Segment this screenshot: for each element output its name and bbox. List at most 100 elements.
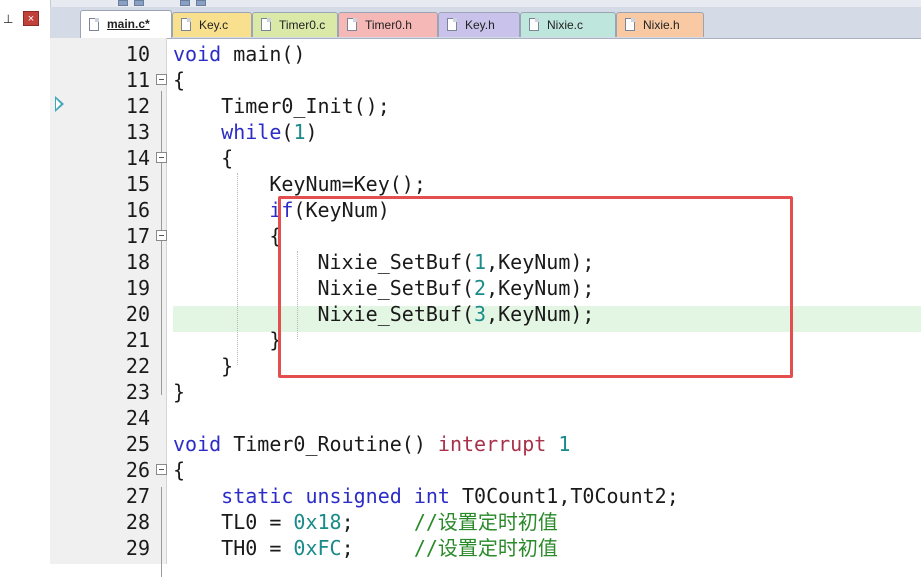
- code-line[interactable]: 10 void main(): [0, 41, 921, 67]
- line-number: 24: [125, 406, 150, 430]
- file-icon: [261, 18, 271, 31]
- code-token: 1: [293, 120, 306, 144]
- execution-arrow-icon: [55, 96, 64, 112]
- code-token: 0xFC: [293, 536, 342, 560]
- line-code[interactable]: Timer0_Init();: [173, 93, 390, 119]
- tab-timer0-h[interactable]: Timer0.h: [338, 12, 438, 37]
- code-line[interactable]: 24: [0, 405, 921, 431]
- tab-key-h[interactable]: Key.h: [438, 12, 520, 37]
- tab-nixie-c[interactable]: Nixie.c: [520, 12, 616, 37]
- code-line[interactable]: 27 static unsigned int T0Count1,T0Count2…: [0, 483, 921, 509]
- line-code[interactable]: {: [173, 145, 233, 171]
- file-icon: [529, 18, 539, 31]
- fold-collapse-icon[interactable]: [156, 74, 167, 85]
- file-icon: [181, 18, 191, 31]
- line-code[interactable]: {: [173, 457, 185, 483]
- pin-icon[interactable]: ⊥: [3, 12, 13, 26]
- file-icon: [625, 18, 635, 31]
- line-code[interactable]: {: [173, 223, 281, 249]
- line-code[interactable]: static unsigned int T0Count1,T0Count2;: [173, 483, 679, 509]
- code-line[interactable]: 15 KeyNum=Key();: [0, 171, 921, 197]
- code-line[interactable]: 23}: [0, 379, 921, 405]
- fold-collapse-icon[interactable]: [156, 230, 167, 241]
- code-token: ;: [341, 536, 414, 560]
- code-line[interactable]: 28 TL0 = 0x18; //设置定时初值: [0, 509, 921, 535]
- fold-collapse-icon[interactable]: [156, 152, 167, 163]
- line-number: 18: [125, 250, 150, 274]
- line-code[interactable]: TH0 = 0xFC; //设置定时初值: [173, 535, 558, 561]
- code-token: TH0 =: [173, 536, 294, 560]
- annotation-highlight-box: [278, 196, 793, 378]
- line-number: 13: [125, 120, 150, 144]
- line-number: 14: [125, 146, 150, 170]
- code-token: {: [173, 68, 186, 92]
- line-code[interactable]: while(1): [173, 119, 318, 145]
- line-code[interactable]: {: [173, 67, 185, 93]
- code-token: static: [221, 484, 294, 508]
- code-token: while: [221, 120, 282, 144]
- code-token: {: [173, 458, 186, 482]
- code-token: void: [173, 432, 222, 456]
- file-icon: [447, 18, 457, 31]
- code-token: interrupt: [437, 432, 547, 456]
- code-token: (: [281, 120, 294, 144]
- toolbar-button[interactable]: [180, 0, 190, 6]
- code-token: }: [173, 354, 234, 378]
- line-code[interactable]: }: [173, 353, 233, 379]
- tab-main-c[interactable]: main.c*: [80, 10, 172, 38]
- line-number: 16: [125, 198, 150, 222]
- line-code[interactable]: void Timer0_Routine() interrupt 1: [173, 431, 570, 457]
- code-line[interactable]: 12 Timer0_Init();: [0, 93, 921, 119]
- code-token: unsigned: [305, 484, 402, 508]
- code-token: KeyNum=Key();: [173, 172, 426, 196]
- code-token: {: [173, 146, 234, 170]
- line-code[interactable]: TL0 = 0x18; //设置定时初值: [173, 509, 558, 535]
- close-panel-button[interactable]: ×: [23, 11, 39, 26]
- tab-label: Nixie.c: [547, 18, 584, 32]
- code-line[interactable]: 11 {: [0, 67, 921, 93]
- line-number: 20: [125, 302, 150, 326]
- code-line[interactable]: 25 void Timer0_Routine() interrupt 1: [0, 431, 921, 457]
- code-token: 1: [558, 432, 571, 456]
- code-token: ): [305, 120, 318, 144]
- tab-key-c[interactable]: Key.c: [172, 12, 252, 37]
- line-code[interactable]: }: [173, 379, 185, 405]
- tab-label: Key.c: [199, 18, 229, 32]
- code-line[interactable]: 14 {: [0, 145, 921, 171]
- line-number: 21: [125, 328, 150, 352]
- code-line[interactable]: 13 while(1): [0, 119, 921, 145]
- toolbar-button[interactable]: [118, 0, 128, 6]
- line-number: 23: [125, 380, 150, 404]
- line-number: 26: [125, 458, 150, 482]
- tab-label: main.c*: [107, 17, 150, 31]
- line-number: 19: [125, 276, 150, 300]
- line-number: 27: [125, 484, 150, 508]
- fold-collapse-icon[interactable]: [156, 464, 167, 475]
- code-token: TL0 =: [173, 510, 294, 534]
- code-token: T0Count1,T0Count2;: [449, 484, 679, 508]
- line-code[interactable]: KeyNum=Key();: [173, 171, 426, 197]
- line-number: 15: [125, 172, 150, 196]
- line-code[interactable]: void main(): [173, 41, 305, 67]
- code-token: Timer0_Init();: [173, 94, 390, 118]
- editor-tab-bar: main.c* Key.c Timer0.c Timer0.h Key.h Ni…: [50, 7, 921, 39]
- tab-timer0-c[interactable]: Timer0.c: [252, 12, 338, 37]
- tab-label: Key.h: [465, 18, 495, 32]
- line-code[interactable]: }: [173, 327, 281, 353]
- tab-label: Nixie.h: [643, 18, 680, 32]
- line-number: 22: [125, 354, 150, 378]
- toolbar-button[interactable]: [134, 0, 144, 6]
- line-number: 29: [125, 536, 150, 560]
- line-number: 17: [125, 224, 150, 248]
- tab-nixie-h[interactable]: Nixie.h: [616, 12, 704, 37]
- code-line[interactable]: 26 {: [0, 457, 921, 483]
- toolbar-button[interactable]: [196, 0, 206, 6]
- line-number: 11: [125, 68, 150, 92]
- tab-label: Timer0.c: [279, 18, 326, 32]
- code-line[interactable]: 29 TH0 = 0xFC; //设置定时初值: [0, 535, 921, 561]
